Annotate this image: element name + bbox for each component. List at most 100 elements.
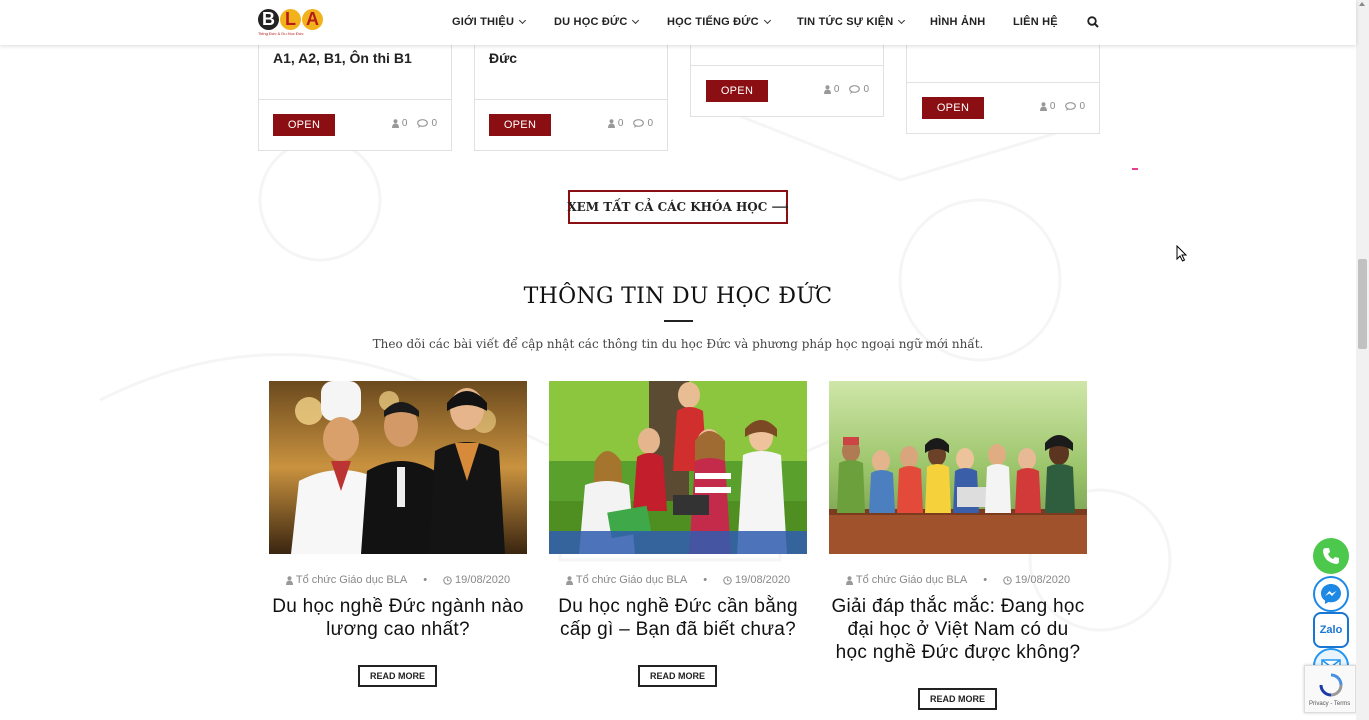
author-name[interactable]: Tổ chức Giáo dục BLA [296,574,407,586]
card-divider [259,99,451,100]
meta-separator: • [983,574,988,586]
nav-gioi-thieu[interactable]: GIỚI THIỆU [452,16,527,28]
post-image-students-park[interactable] [549,381,807,554]
post-title[interactable]: Giải đáp thắc mắc: Đang học đại học ở Vi… [829,595,1087,664]
user-icon [391,119,399,128]
blog-post: Tổ chức Giáo dục BLA • 19/08/2020 Du học… [549,381,807,687]
post-author: Tổ chức Giáo dục BLA [285,574,407,586]
members-count: 0 [823,84,840,95]
post-date: 19/08/2020 [1003,574,1070,586]
course-title[interactable]: Đức [489,48,659,68]
card-divider [475,99,667,100]
card-meta: 0 0 [823,84,869,95]
members-count: 0 [391,118,408,129]
phone-button[interactable] [1313,538,1349,574]
comments-count: 0 [633,118,653,129]
comment-icon [633,119,645,128]
post-image-chef-staff[interactable] [269,381,527,554]
zalo-label: Zalo [1319,624,1343,636]
post-meta: Tổ chức Giáo dục BLA • 19/08/2020 [549,574,807,586]
card-meta: 0 0 [391,118,437,129]
comment-icon [417,119,429,128]
user-icon [285,575,293,585]
post-image-students-bench[interactable] [829,381,1087,554]
post-title[interactable]: Du học nghề Đức ngành nào lương cao nhất… [269,595,527,641]
scroll-up-arrow-icon[interactable] [1359,2,1365,6]
comments-value: 0 [1079,101,1085,112]
post-title[interactable]: Du học nghề Đức cần bằng cấp gì – Bạn đã… [549,595,807,641]
section-title: THÔNG TIN DU HỌC ĐỨC [523,284,833,309]
members-count: 0 [607,118,624,129]
members-value: 0 [833,84,840,95]
recaptcha-icon [1319,673,1343,697]
nav-label: LIÊN HỆ [1013,16,1058,28]
decorative-dash [1132,168,1138,170]
members-value: 0 [401,118,408,129]
read-more-button[interactable]: READ MORE [638,665,717,687]
card-divider [691,65,883,66]
clock-icon [723,575,732,585]
author-name[interactable]: Tổ chức Giáo dục BLA [856,574,967,586]
clock-icon [1003,575,1012,585]
chevron-down-icon [898,16,906,25]
chevron-down-icon [632,16,640,25]
nav-hinh-anh[interactable]: HÌNH ẢNH [930,16,985,28]
nav-label: HỌC TIẾNG ĐỨC [667,16,759,28]
logo-letter-a: A [302,9,323,30]
recaptcha-badge[interactable]: Privacy - Terms [1304,665,1356,713]
comments-value: 0 [863,84,869,95]
post-date: 19/08/2020 [443,574,510,586]
site-header: B L A Tiếng Đức & Du Học Đức GIỚI THIỆU … [0,0,1356,45]
nav-du-hoc-duc[interactable]: DU HỌC ĐỨC [554,16,640,28]
read-more-button[interactable]: READ MORE [918,688,997,710]
nav-lien-he[interactable]: LIÊN HỆ [1013,16,1058,28]
card-meta: 0 0 [607,118,653,129]
clock-icon [443,575,452,585]
nav-label: HÌNH ẢNH [930,16,986,28]
recaptcha-text[interactable]: Privacy - Terms [1309,701,1350,707]
meta-separator: • [423,574,428,586]
user-icon [845,575,853,585]
page-scrollbar[interactable] [1356,0,1369,720]
logo-letter-l: L [280,9,301,30]
scroll-thumb[interactable] [1358,259,1367,349]
meta-separator: • [703,574,708,586]
comment-icon [849,85,861,94]
open-button[interactable]: OPEN [273,114,335,136]
logo-letter-b: B [258,9,279,30]
post-author: Tổ chức Giáo dục BLA [845,574,967,586]
read-more-button[interactable]: READ MORE [358,665,437,687]
open-button[interactable]: OPEN [706,80,768,102]
phone-icon [1323,548,1339,564]
search-icon[interactable] [1087,16,1099,28]
author-name[interactable]: Tổ chức Giáo dục BLA [576,574,687,586]
view-all-courses-button[interactable]: XEM TẤT CẢ CÁC KHÓA HỌC ⟶ [567,190,789,224]
card-divider [907,82,1099,83]
blog-post: Tổ chức Giáo dục BLA • 19/08/2020 Du học… [269,381,527,687]
user-icon [823,85,831,94]
messenger-button[interactable] [1313,576,1349,612]
messenger-icon [1321,584,1341,604]
zalo-button[interactable]: Zalo [1313,612,1349,648]
open-button[interactable]: OPEN [922,97,984,119]
date-value: 19/08/2020 [1015,574,1071,586]
post-meta: Tổ chức Giáo dục BLA • 19/08/2020 [829,574,1087,586]
site-logo[interactable]: B L A Tiếng Đức & Du Học Đức [258,9,326,37]
card-meta: 0 0 [1039,101,1085,112]
comments-count: 0 [849,84,869,95]
nav-label: TIN TỨC SỰ KIỆN [797,16,894,28]
comments-count: 0 [1065,101,1085,112]
course-title[interactable]: A1, A2, B1, Ôn thi B1 [273,48,443,68]
nav-tin-tuc-su-kien[interactable]: TIN TỨC SỰ KIỆN [797,16,906,28]
user-icon [1039,102,1047,111]
open-button[interactable]: OPEN [489,114,551,136]
user-icon [607,119,615,128]
section-underline [664,320,693,322]
blog-post: Tổ chức Giáo dục BLA • 19/08/2020 Giải đ… [829,381,1087,710]
mouse-cursor-icon [1176,245,1187,262]
members-value: 0 [617,118,624,129]
nav-hoc-tieng-duc[interactable]: HỌC TIẾNG ĐỨC [667,16,771,28]
members-count: 0 [1039,101,1055,112]
post-date: 19/08/2020 [723,574,790,586]
user-icon [565,575,573,585]
